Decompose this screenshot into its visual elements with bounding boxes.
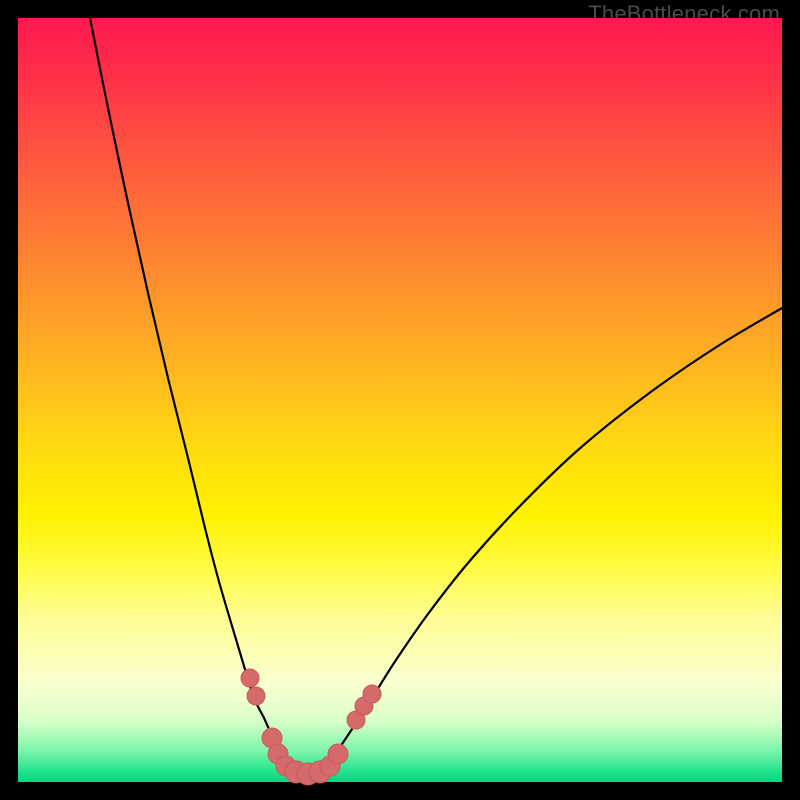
curve-right-branch (328, 308, 782, 764)
valley-marker-group (241, 669, 381, 785)
chart-canvas (18, 18, 782, 782)
valley-marker (328, 744, 348, 764)
valley-marker (247, 687, 265, 705)
valley-marker (241, 669, 259, 687)
chart-svg (18, 18, 782, 782)
valley-marker (363, 685, 381, 703)
curve-left-branch (90, 18, 286, 764)
